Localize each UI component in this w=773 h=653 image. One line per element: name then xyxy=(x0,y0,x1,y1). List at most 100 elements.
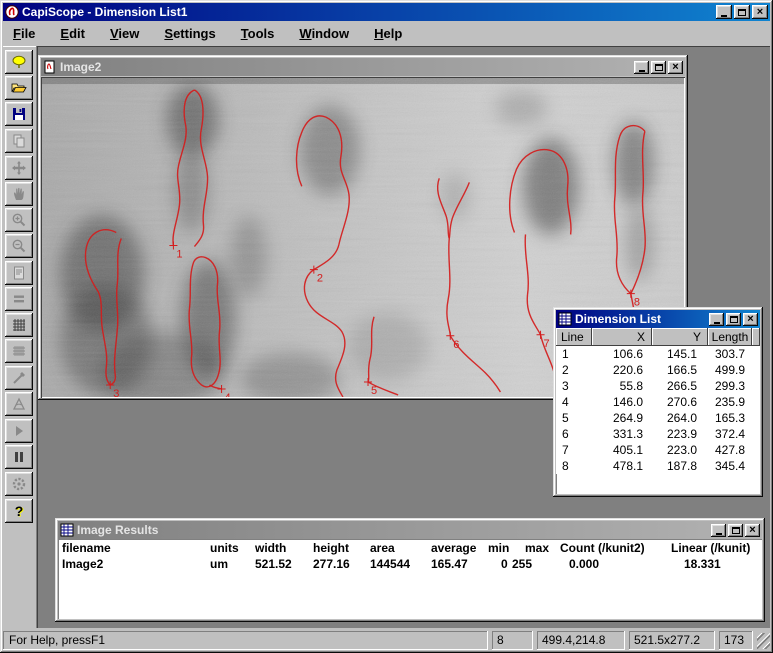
table-row[interactable]: 5 264.9 264.0 165.3 xyxy=(556,410,760,426)
toolbar-help-button[interactable]: ?? xyxy=(5,499,33,523)
svg-text:?: ? xyxy=(15,503,24,519)
table-cell: 499.9 xyxy=(708,362,752,378)
dimlist-minimize-button[interactable] xyxy=(709,312,724,326)
gear-icon xyxy=(12,477,26,491)
table-cell: 1 xyxy=(556,346,592,362)
table-cell xyxy=(752,458,760,474)
toolbar-measure-line-button xyxy=(5,366,33,390)
status-image-size: 521.5x277.2 xyxy=(629,631,715,650)
image-document-icon xyxy=(44,60,55,74)
toolbar-zoom-in-button xyxy=(5,208,33,232)
status-cursor-position: 499.4,214.8 xyxy=(537,631,625,650)
table-row[interactable]: 1 106.6 145.1 303.7 xyxy=(556,346,760,362)
column-header-y[interactable]: Y xyxy=(652,328,708,346)
toolbar-pause-button[interactable] xyxy=(5,445,33,469)
title-bar[interactable]: CapiScope - Dimension List1 × xyxy=(3,3,770,21)
image-close-button[interactable]: × xyxy=(668,60,683,74)
menu-item-view[interactable]: View xyxy=(110,26,139,41)
toolbar-angle-button xyxy=(5,392,33,416)
toolbar-open-folder-button[interactable] xyxy=(5,76,33,100)
column-header-line[interactable]: Line xyxy=(556,328,592,346)
table-cell: 478.1 xyxy=(592,458,652,474)
table-cell xyxy=(752,362,760,378)
minimize-button[interactable] xyxy=(716,5,732,19)
results-column-header: height xyxy=(313,541,349,555)
toolbar-group xyxy=(3,419,36,469)
image-minimize-button[interactable] xyxy=(634,60,649,74)
results-column-header: Linear (/kunit) xyxy=(671,541,751,555)
toolbar-group xyxy=(3,472,36,496)
toolbar-capture-button[interactable] xyxy=(5,50,33,74)
results-column-header: width xyxy=(255,541,287,555)
resize-grip[interactable] xyxy=(757,633,770,649)
image-window-titlebar[interactable]: Image2 × xyxy=(41,58,685,76)
table-cell: 166.5 xyxy=(652,362,708,378)
table-row[interactable]: 6 331.3 223.9 372.4 xyxy=(556,426,760,442)
image-results-window[interactable]: Image Results × filename units width height… xyxy=(55,518,765,622)
image-results-titlebar[interactable]: Image Results × xyxy=(58,521,762,539)
results-column-header: max xyxy=(525,541,550,555)
toolbar-group xyxy=(3,366,36,416)
table-cell: 5 xyxy=(556,410,592,426)
dimension-list-titlebar[interactable]: Dimension List × xyxy=(556,310,760,328)
dimlist-maximize-button[interactable] xyxy=(726,312,741,326)
results-value: Image2 xyxy=(62,557,104,571)
menu-item-window[interactable]: Window xyxy=(299,26,349,41)
trace-label: 3 xyxy=(113,388,119,397)
toolbar-play-button xyxy=(5,419,33,443)
menu-bar: File Edit View Settings Tools Window Help xyxy=(3,22,770,45)
play-icon xyxy=(16,426,23,436)
results-minimize-button[interactable] xyxy=(711,523,726,537)
maximize-button[interactable] xyxy=(734,5,750,19)
table-cell: 145.1 xyxy=(652,346,708,362)
close-button[interactable]: × xyxy=(752,5,768,19)
mdi-workspace: Image2 × 1 2 3 5 6 7 8 Dimension List × … xyxy=(37,46,770,628)
column-header-length[interactable]: Length xyxy=(708,328,752,346)
table-row[interactable]: 7 405.1 223.0 427.8 xyxy=(556,442,760,458)
toolbar-save-button[interactable] xyxy=(5,102,33,126)
table-cell: 264.0 xyxy=(652,410,708,426)
table-cell xyxy=(752,378,760,394)
menu-item-help[interactable]: Help xyxy=(374,26,402,41)
table-row[interactable]: 3 55.8 266.5 299.3 xyxy=(556,378,760,394)
results-column-header: min xyxy=(488,541,510,555)
trace-label: 1 xyxy=(176,249,182,261)
hand-icon xyxy=(14,187,24,200)
image-results-table: filename units width height area average min ma… xyxy=(58,539,762,619)
table-row[interactable]: 8 478.1 187.8 345.4 xyxy=(556,458,760,474)
table-cell: 3 xyxy=(556,378,592,394)
table-row[interactable]: 2 220.6 166.5 499.9 xyxy=(556,362,760,378)
dimension-list-title: Dimension List xyxy=(575,312,662,326)
table-cell: 299.3 xyxy=(708,378,752,394)
table-icon xyxy=(60,523,74,537)
trace-label: 5 xyxy=(371,385,377,397)
table-cell xyxy=(752,346,760,362)
lines-icon xyxy=(14,295,24,303)
measure-line-icon xyxy=(13,372,25,384)
results-close-button[interactable]: × xyxy=(745,523,760,537)
menu-item-tools[interactable]: Tools xyxy=(241,26,275,41)
toolbar-lines-button xyxy=(5,287,33,311)
toolbar-zoom-out-button xyxy=(5,234,33,258)
toolbar: ?? xyxy=(3,46,37,628)
image-page-icon xyxy=(14,266,24,280)
menu-item-edit[interactable]: Edit xyxy=(60,26,85,41)
dimension-list-window[interactable]: Dimension List × Line X Y Length 1 106.6 145.… xyxy=(553,307,763,497)
table-cell: 165.3 xyxy=(708,410,752,426)
dimlist-close-button[interactable]: × xyxy=(743,312,758,326)
table-cell xyxy=(752,442,760,458)
results-maximize-button[interactable] xyxy=(728,523,743,537)
move-icon xyxy=(12,161,26,175)
toolbar-grid-button[interactable] xyxy=(5,313,33,337)
table-cell: 266.5 xyxy=(652,378,708,394)
toolbar-group xyxy=(3,156,36,258)
results-value: 0 xyxy=(501,557,508,571)
column-header-x[interactable]: X xyxy=(592,328,652,346)
image-maximize-button[interactable] xyxy=(651,60,666,74)
menu-item-settings[interactable]: Settings xyxy=(164,26,215,41)
table-row[interactable]: 4 146.0 270.6 235.9 xyxy=(556,394,760,410)
image-window-title: Image2 xyxy=(60,60,102,74)
menu-item-file[interactable]: File xyxy=(13,26,35,41)
results-value: 277.16 xyxy=(313,557,350,571)
app-icon xyxy=(5,5,19,19)
